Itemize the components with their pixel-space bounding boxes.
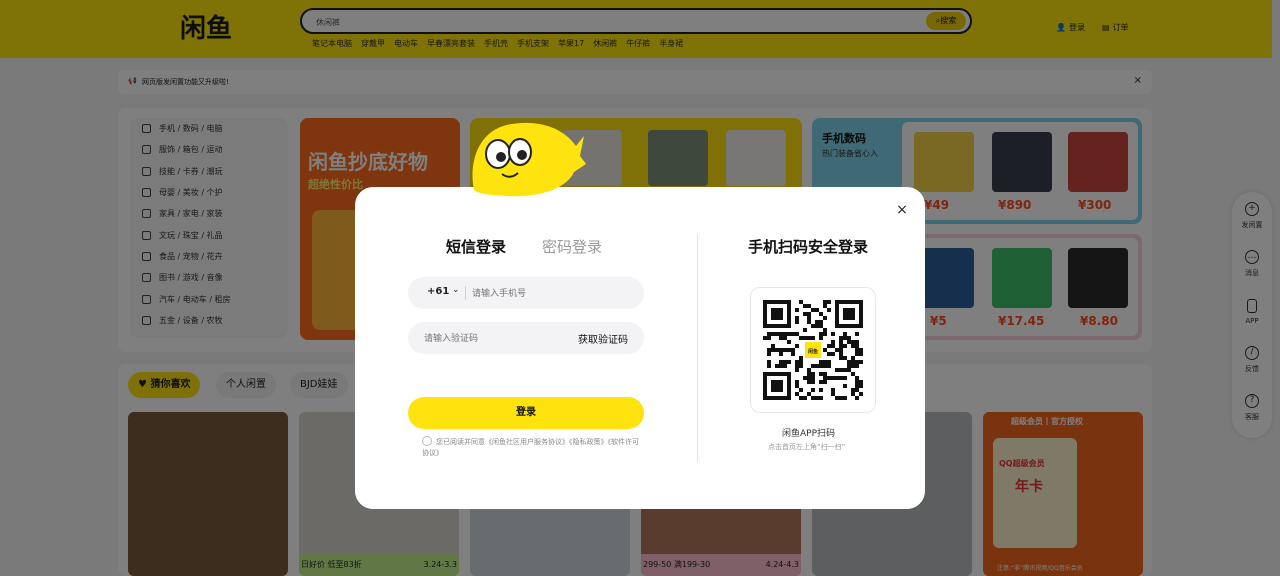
agreement: 您已阅读并同意《闲鱼社区用户服务协议》《隐私政策》《软件许可协议》 (422, 436, 642, 459)
qr-hint: 点击首页左上角“扫一扫” (768, 443, 846, 451)
agreement-checkbox[interactable] (422, 436, 432, 446)
phone-field: +61 ⌄ (408, 277, 644, 311)
get-code-button[interactable]: 获取验证码 (578, 331, 628, 346)
login-button[interactable]: 登录 (408, 397, 644, 429)
fish-mascot-image (466, 120, 586, 200)
qr-code-box: 闲鱼 (750, 287, 876, 413)
qr-center-logo: 闲鱼 (803, 340, 823, 360)
phone-input[interactable] (470, 277, 634, 311)
code-field: 获取验证码 (408, 322, 644, 356)
agreement-text[interactable]: 您已阅读并同意《闲鱼社区用户服务协议》《隐私政策》《软件许可协议》 (422, 438, 639, 457)
verification-code-input[interactable] (422, 322, 566, 356)
qr-caption: 闲鱼APP扫码 (782, 429, 836, 439)
modal-divider (697, 234, 698, 462)
country-code-select[interactable]: +61 (427, 286, 449, 297)
qr-login-title: 手机扫码安全登录 (748, 238, 869, 256)
chevron-down-icon[interactable]: ⌄ (452, 285, 460, 295)
field-divider (465, 286, 466, 300)
modal-close-button[interactable]: × (894, 202, 910, 218)
tab-sms-login[interactable]: 短信登录 (446, 236, 506, 257)
tab-password-login[interactable]: 密码登录 (542, 236, 602, 257)
